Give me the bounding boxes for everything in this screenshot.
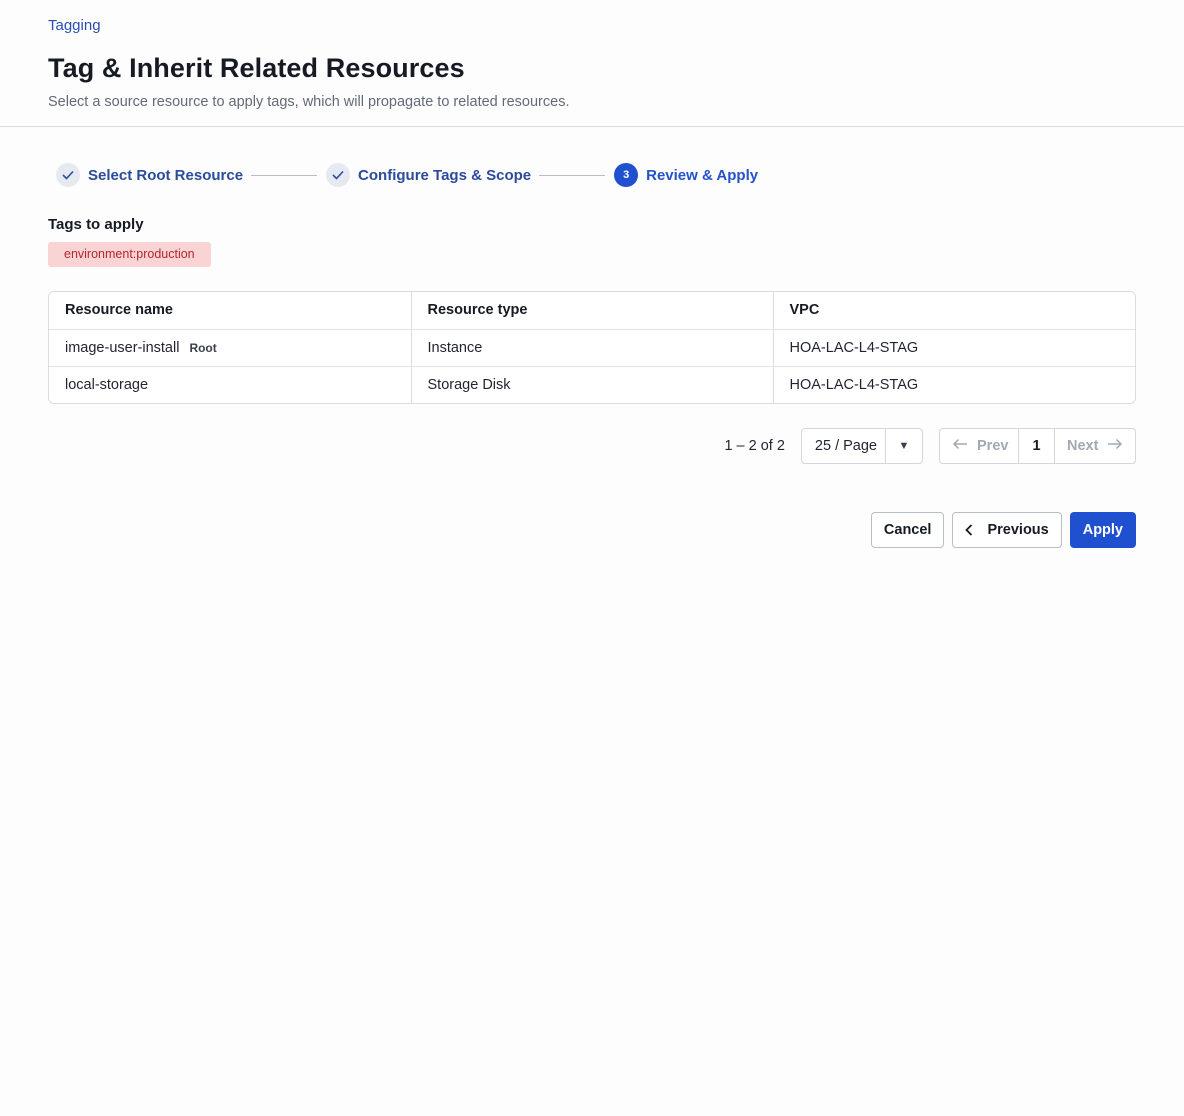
resources-table: Resource name Resource type VPC image-us… [48,291,1136,404]
pager: Prev 1 Next [939,428,1136,464]
breadcrumb-tagging[interactable]: Tagging [48,17,101,34]
column-header-vpc: VPC [773,292,1135,330]
cell-vpc: HOA-LAC-L4-STAG [773,329,1135,367]
wizard-stepper: Select Root Resource Configure Tags & Sc… [0,127,1184,199]
page-header: Tagging Tag & Inherit Related Resources … [0,0,1184,127]
cell-resource-type: Instance [411,329,774,367]
check-icon [56,163,80,187]
page-number-button[interactable]: 1 [1019,429,1054,463]
next-page-button[interactable]: Next [1054,429,1135,463]
resource-name: local-storage [65,376,149,393]
tag-pill: environment:production [48,242,211,267]
apply-button[interactable]: Apply [1069,512,1136,548]
page-size-value: 25 / Page [802,429,886,463]
column-header-resource-type: Resource type [411,292,774,330]
step-connector [251,174,318,176]
previous-button[interactable]: Previous [952,512,1062,548]
cancel-button[interactable]: Cancel [870,512,945,548]
step-number: 3 [614,163,639,187]
chevron-left-icon [965,524,973,536]
step-connector [539,174,606,176]
cell-resource-name: image-user-install Root [49,329,412,367]
table-row: local-storage Storage Disk HOA-LAC-L4-ST… [49,366,1135,403]
cell-vpc: HOA-LAC-L4-STAG [789,376,919,393]
arrow-left-icon [952,437,968,455]
table-header-row: Resource name Resource type VPC [49,292,1135,330]
prev-label: Prev [977,438,1009,454]
step-label: Configure Tags & Scope [358,166,532,184]
pagination: 1 – 2 of 2 25 / Page ▼ Prev 1 Next [48,428,1136,464]
check-icon [326,163,351,187]
table-row: image-user-install Root Instance HOA-LAC-… [49,329,1135,367]
previous-label: Previous [987,522,1049,538]
caret-down-icon: ▼ [898,440,910,452]
prev-page-button[interactable]: Prev [940,429,1019,463]
tags-to-apply-title: Tags to apply [48,216,144,233]
wizard-actions: Cancel Previous Apply [48,512,1136,548]
arrow-right-icon [1107,437,1123,455]
step-select-root-resource[interactable]: Select Root Resource [56,163,243,187]
page-subtitle: Select a source resource to apply tags, … [48,94,570,110]
step-label: Review & Apply [646,166,759,184]
root-badge: Root [189,340,217,355]
step-configure-tags-scope[interactable]: Configure Tags & Scope [326,163,531,187]
cell-resource-type: Storage Disk [411,366,774,403]
step-label: Select Root Resource [88,166,244,184]
resource-name: image-user-install [65,339,180,356]
pagination-range: 1 – 2 of 2 [724,438,785,454]
page-size-select[interactable]: 25 / Page ▼ [800,428,923,464]
column-header-resource-name: Resource name [49,292,412,330]
cell-resource-name: local-storage [49,366,412,403]
page-title: Tag & Inherit Related Resources [48,53,465,83]
next-label: Next [1067,438,1099,454]
step-review-apply[interactable]: 3 Review & Apply [614,163,758,187]
